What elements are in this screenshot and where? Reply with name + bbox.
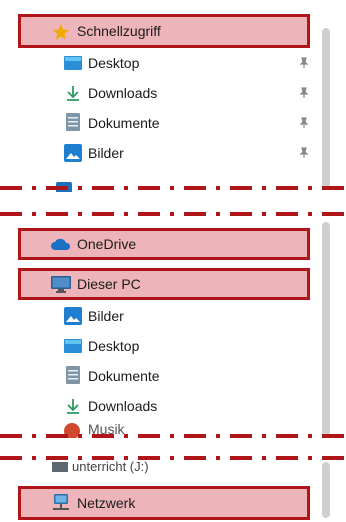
sidebar-item-documents[interactable]: Dokumente [0,108,320,138]
cut-line [0,434,346,438]
cut-line [0,212,346,216]
sidebar-item-this-pc[interactable]: Dieser PC [0,269,310,299]
sidebar-item-label: Netzwerk [77,495,136,511]
pictures-icon [64,144,82,162]
sidebar-item-desktop[interactable]: Desktop [0,331,320,361]
quick-access-panel: Schnellzugriff Desktop Downloads Dokumen… [0,0,346,196]
network-panel: unterricht (J:) Netzwerk [0,456,346,522]
sidebar-item-drive[interactable]: unterricht (J:) [0,456,320,474]
sidebar-item-label: Dokumente [88,115,160,131]
sidebar-item-label: OneDrive [77,236,137,252]
pictures-icon [64,307,82,325]
cloud-icon [51,238,71,250]
network-scrollbar[interactable] [322,462,330,518]
sidebar-item-label: Downloads [88,85,158,101]
pin-icon[interactable] [298,87,310,99]
sidebar-item-onedrive[interactable]: OneDrive [0,229,310,259]
this-pc-scrollbar[interactable] [322,222,330,436]
sidebar-item-desktop[interactable]: Desktop [0,48,320,78]
sidebar-item-label: Bilder [88,308,124,324]
sidebar-item-network[interactable]: Netzwerk [0,488,310,518]
drive-icon [52,462,68,472]
sidebar-item-pictures[interactable]: Bilder [0,301,320,331]
quick-access-scrollbar[interactable] [322,28,330,188]
sidebar-item-label: Schnellzugriff [77,23,161,39]
sidebar-item-label: Downloads [88,398,158,414]
sidebar-item-documents[interactable]: Dokumente [0,361,320,391]
pin-icon[interactable] [298,147,310,159]
pin-icon[interactable] [298,57,310,69]
pin-icon[interactable] [298,117,310,129]
this-pc-panel: OneDrive Dieser PC Bilder Desktop Dokume… [0,212,346,444]
star-icon [53,24,69,40]
sidebar-item-downloads[interactable]: Downloads [0,78,320,108]
sidebar-item-label: Dokumente [88,368,160,384]
network-icon [53,494,69,510]
sidebar-item-label: Dieser PC [77,276,141,292]
sidebar-item-downloads[interactable]: Downloads [0,391,320,421]
download-arrow-icon [67,399,79,414]
sidebar-item-label: Desktop [88,338,140,354]
sidebar-item-label: Bilder [88,145,124,161]
cut-gap [0,444,346,456]
sidebar-item-label: Desktop [88,55,140,71]
sidebar-item-quick-access[interactable]: Schnellzugriff [0,16,310,46]
sidebar-item-label: unterricht (J:) [72,459,149,474]
desktop-folder-icon [64,339,82,353]
sidebar-item-pictures[interactable]: Bilder [0,138,320,168]
document-icon [66,113,80,131]
document-icon [66,366,80,384]
monitor-icon [51,276,71,293]
download-arrow-icon [67,86,79,101]
cut-line [0,186,346,190]
cut-gap [0,196,346,212]
desktop-folder-icon [64,56,82,70]
